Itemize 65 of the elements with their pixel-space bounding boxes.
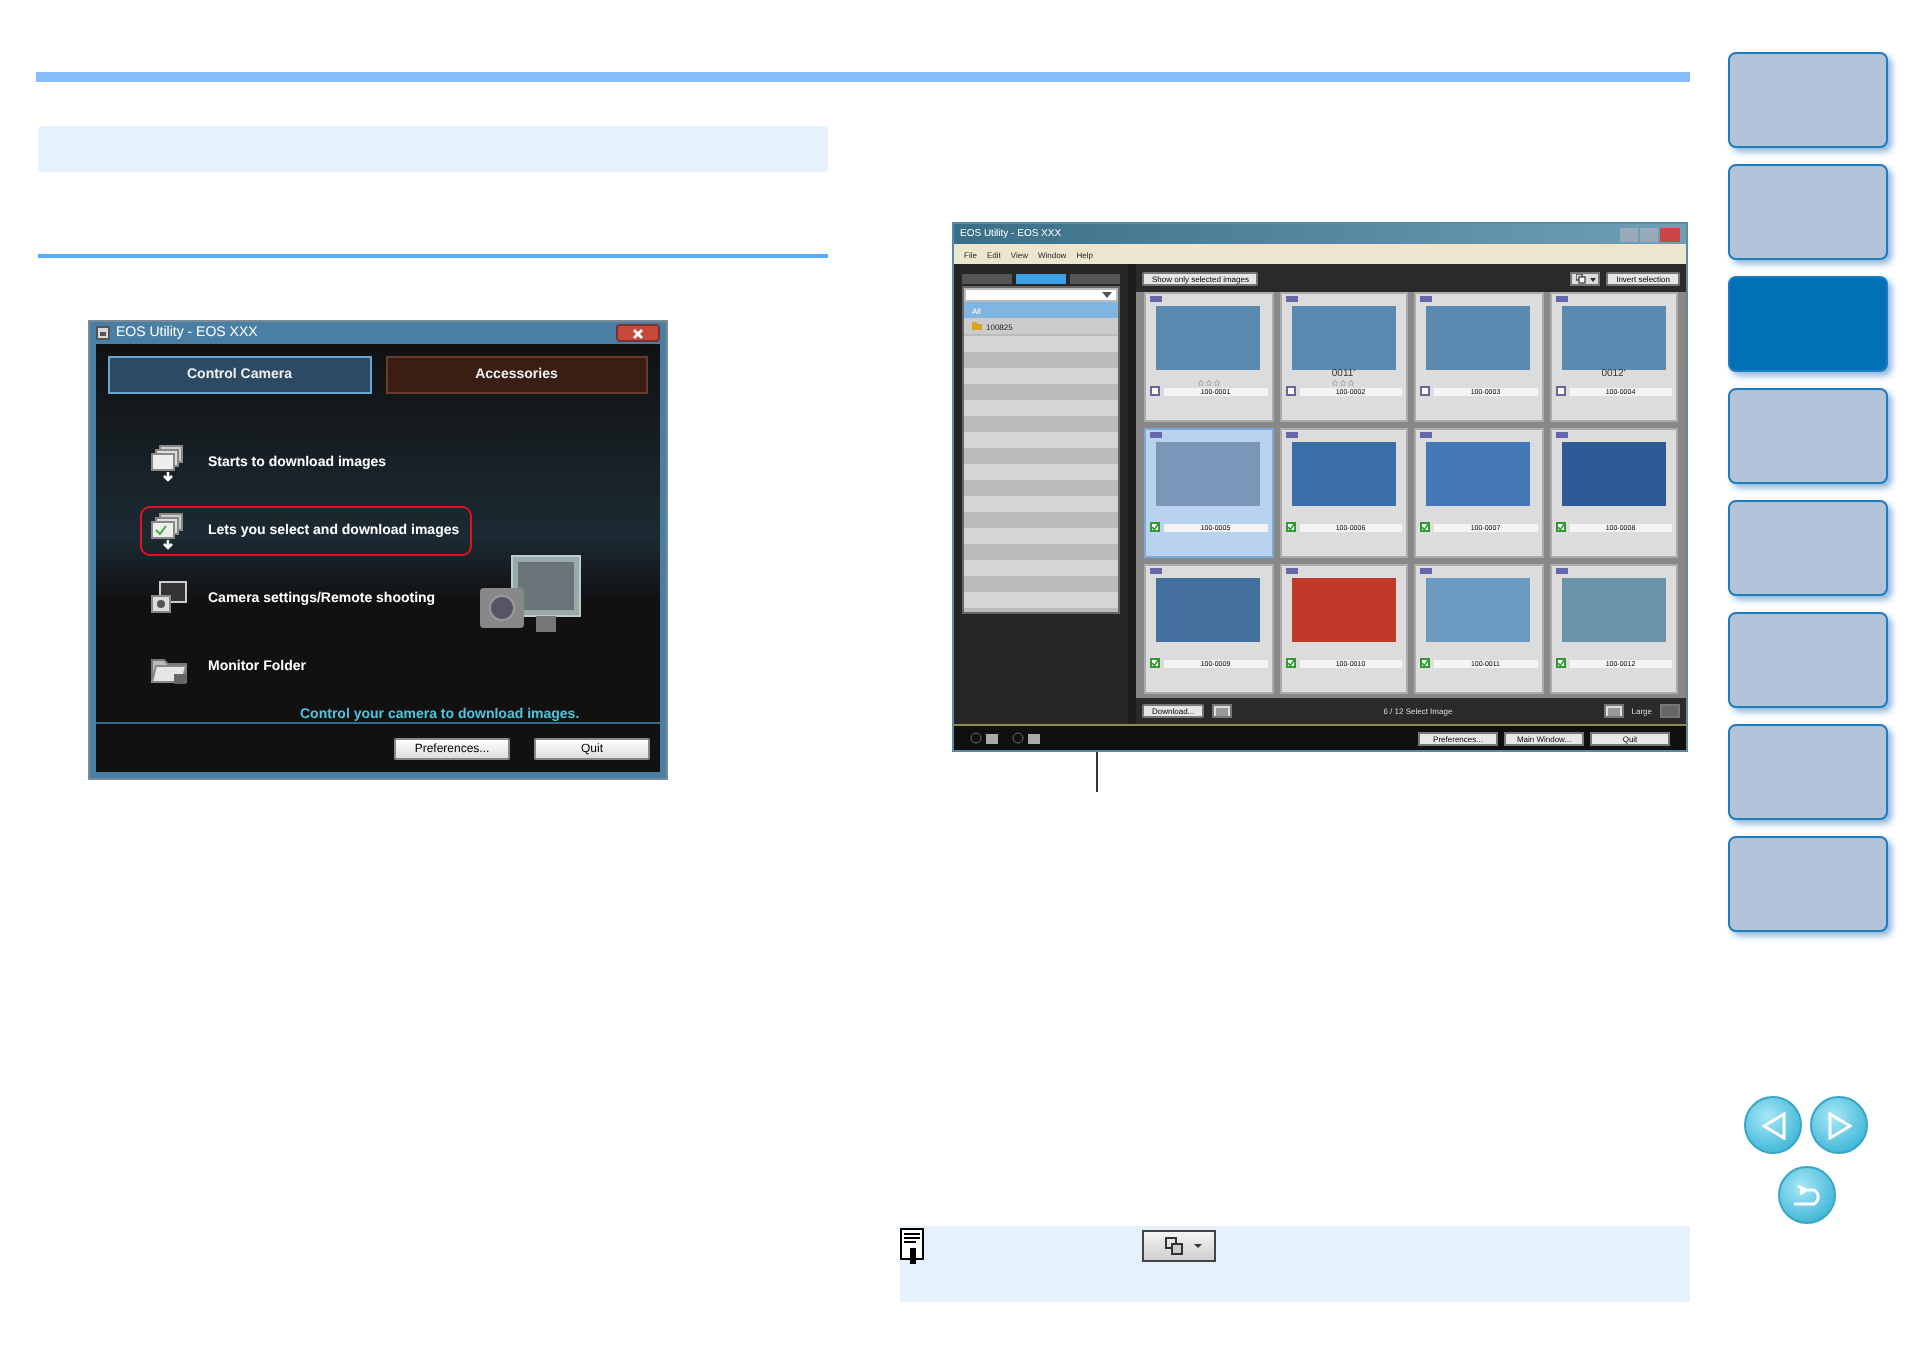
checkbox[interactable] [1555,522,1565,532]
checkbox[interactable] [1420,386,1430,396]
next-page-button[interactable] [1810,1096,1868,1154]
image-type-icon [1285,568,1297,574]
checkbox[interactable] [1555,386,1565,396]
star-rating[interactable] [1197,380,1220,386]
camera-monitor-icon [150,580,188,618]
app-icon [96,326,110,340]
image-type-icon [1150,568,1162,574]
checkbox[interactable] [1285,522,1295,532]
image-type-icon [1555,296,1567,302]
chapter-tab[interactable] [1728,612,1888,708]
toggle-button[interactable] [1570,271,1601,285]
chapter-tab[interactable] [1728,724,1888,820]
return-arrow-icon [1789,1181,1825,1209]
image-type-icon [1285,296,1297,302]
select-download-icon [150,512,188,550]
memo-icon [900,1228,924,1264]
folder-icon [972,322,982,330]
checkbox[interactable] [1150,386,1160,396]
image-type-icon [1555,568,1567,574]
image-type-icon [1420,568,1432,574]
photo-placeholder [1291,442,1396,506]
checkbox[interactable] [1150,522,1160,532]
download-icon [150,444,188,482]
image-type-icon [1150,296,1162,302]
checkbox[interactable] [1150,658,1160,668]
photo-placeholder [1426,578,1531,642]
image-type-icon [1420,432,1432,438]
chapter-tab[interactable] [1728,164,1888,260]
window-controls-icon [1620,227,1680,241]
right-arrow-icon [1827,1111,1851,1139]
chapter-tab[interactable] [1728,52,1888,148]
photo-placeholder [1561,578,1666,642]
image-type-icon [1420,296,1432,302]
left-arrow-icon [1761,1111,1785,1139]
photo-placeholder [1426,306,1531,370]
previous-page-button[interactable] [1744,1096,1802,1154]
photo-placeholder [1561,306,1666,370]
checkbox[interactable] [1285,386,1295,396]
photo-placeholder [1561,442,1666,506]
close-button[interactable] [616,324,660,342]
stack-caret-icon [1575,273,1596,283]
photo-placeholder [1156,442,1261,506]
chapter-tab[interactable] [1728,388,1888,484]
checkbox[interactable] [1285,658,1295,668]
return-button[interactable] [1778,1166,1836,1224]
checkbox[interactable] [1420,658,1430,668]
dropdown[interactable] [966,290,1116,300]
photo-placeholder [1156,306,1261,370]
checkbox[interactable] [1420,522,1430,532]
image-type-icon [1555,432,1567,438]
checkbox[interactable] [1555,658,1565,668]
leader-line [1096,752,1098,792]
chapter-tab[interactable] [1728,836,1888,932]
image-type-icon [1285,432,1297,438]
caret-icon [1102,292,1112,298]
close-icon [632,327,644,339]
photo-placeholder [1291,578,1396,642]
image-type-icon [1150,432,1162,438]
photo-placeholder [1291,306,1396,370]
photo-placeholder [1426,442,1531,506]
chapter-tab[interactable] [1728,500,1888,596]
star-rating[interactable] [1332,380,1355,386]
photo-placeholder [1156,578,1261,642]
